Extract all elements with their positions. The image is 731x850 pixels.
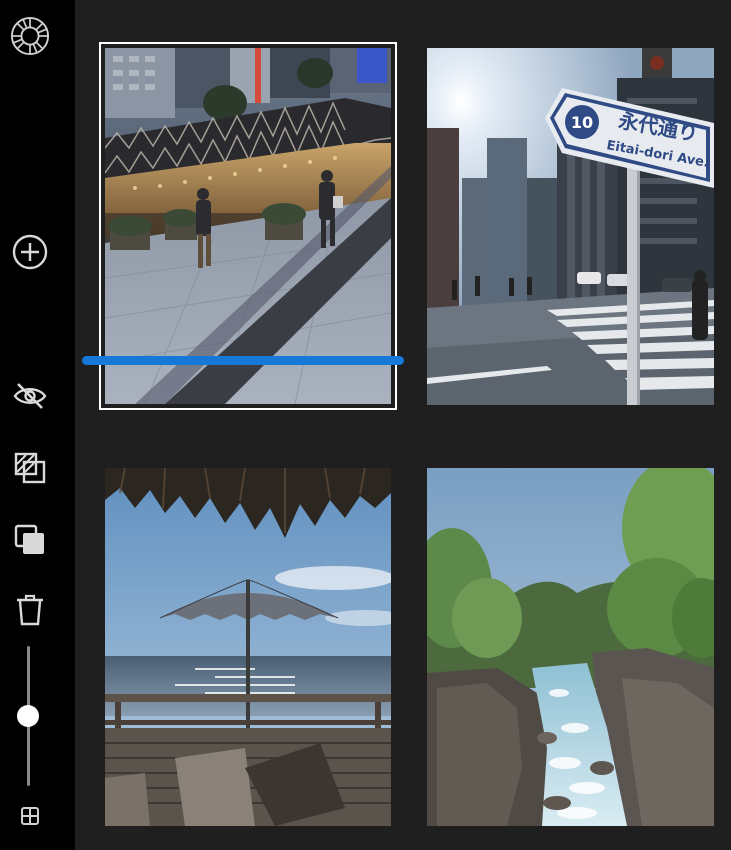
photo-tile-2[interactable]: 10 永代通り Eitai-dori Ave. [427, 48, 714, 405]
grid-view-icon[interactable] [10, 796, 50, 836]
delete-icon[interactable] [10, 590, 50, 630]
duplicate-icon[interactable] [10, 520, 50, 560]
drop-indicator [82, 356, 404, 365]
hide-icon[interactable] [10, 376, 50, 416]
photo-tile-1[interactable] [105, 48, 391, 404]
app-logo-icon[interactable] [10, 16, 50, 56]
photo-tile-3[interactable] [105, 468, 391, 826]
add-photo-icon[interactable] [10, 232, 50, 272]
photo-grid: 10 永代通り Eitai-dori Ave. [75, 0, 731, 850]
zoom-slider-thumb[interactable] [17, 705, 39, 727]
toggle-overlay-icon[interactable] [10, 448, 50, 488]
photo-tile-4[interactable] [427, 468, 714, 826]
sign-number: 10 [571, 113, 593, 132]
sidebar [0, 0, 75, 850]
